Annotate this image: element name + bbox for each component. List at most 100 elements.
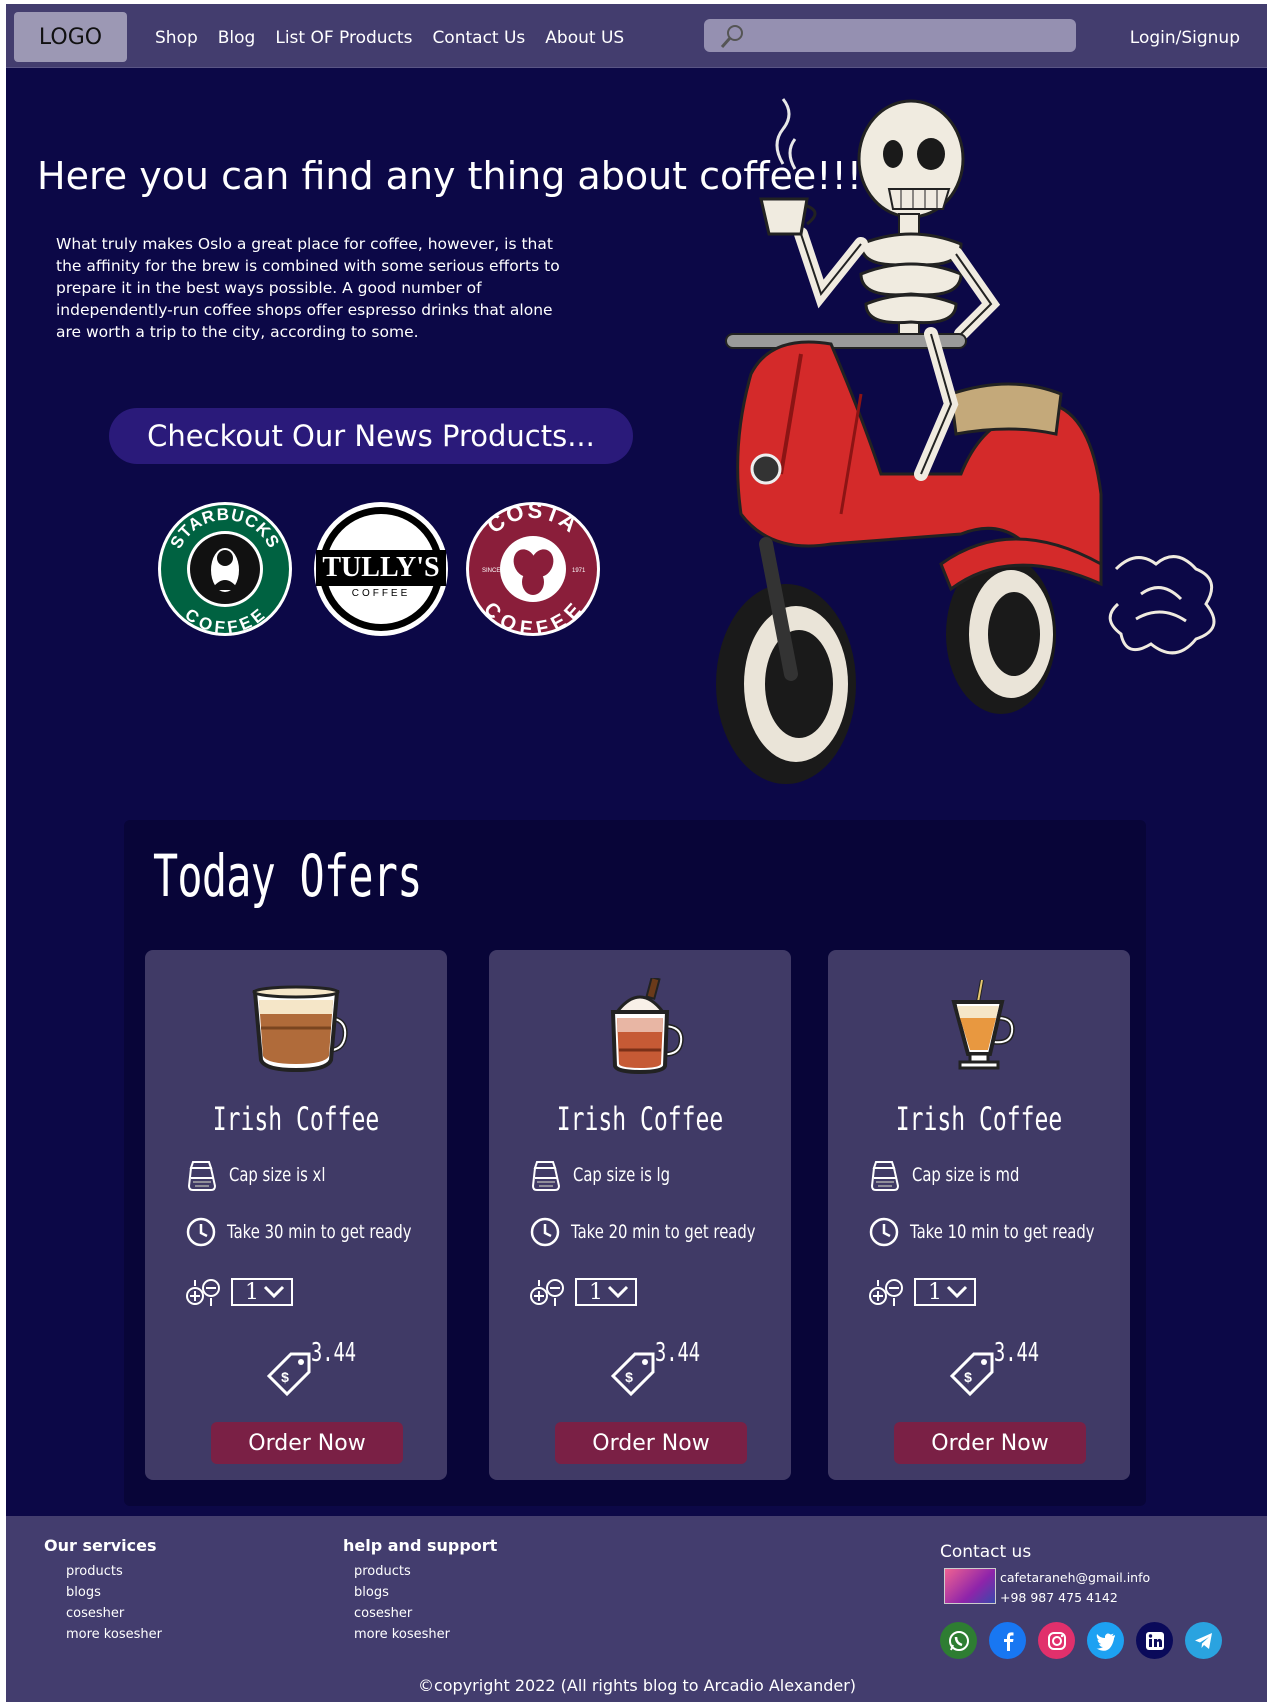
footer-link-cosesher[interactable]: cosesher xyxy=(354,1603,497,1624)
facebook-icon[interactable] xyxy=(989,1622,1026,1659)
prep-time-row: Take 30 min to get ready xyxy=(185,1216,464,1248)
svg-text:$: $ xyxy=(625,1369,633,1385)
quantity-select[interactable]: 1 xyxy=(231,1278,293,1306)
linkedin-icon[interactable] xyxy=(1136,1622,1173,1659)
search-icon xyxy=(720,25,743,48)
contact-phone[interactable]: +98 987 475 4142 xyxy=(1000,1588,1150,1608)
clock-icon xyxy=(869,1217,899,1247)
cup-size-row: Cap size is xl xyxy=(185,1158,353,1192)
price: 3.44 xyxy=(311,1338,357,1368)
chevron-down-icon xyxy=(263,1285,285,1299)
quantity-plus-minus-icon xyxy=(869,1279,903,1306)
price: 3.44 xyxy=(655,1338,701,1368)
coffee-glass-icon xyxy=(828,978,1130,1074)
clock-icon xyxy=(186,1217,216,1247)
offer-card: Irish Coffee Cap size is xl Take 30 min … xyxy=(145,950,447,1480)
prep-time-row: Take 20 min to get ready xyxy=(529,1216,808,1248)
price-tag-icon: $ xyxy=(949,1352,994,1397)
svg-text:COFFEE: COFFEE xyxy=(352,588,411,599)
footer-link-blogs[interactable]: blogs xyxy=(354,1582,497,1603)
cup-size-row: Cap size is lg xyxy=(529,1158,697,1192)
footer-services-title: Our services xyxy=(44,1536,157,1555)
order-now-button[interactable]: Order Now xyxy=(211,1422,403,1464)
logo[interactable]: LOGO xyxy=(14,12,127,62)
price-tag-icon: $ xyxy=(610,1352,655,1397)
price-tag-icon: $ xyxy=(266,1352,311,1397)
price: 3.44 xyxy=(994,1338,1040,1368)
order-now-button[interactable]: Order Now xyxy=(894,1422,1086,1464)
footer-support: help and support products blogs cosesher… xyxy=(343,1536,497,1645)
quantity-value: 1 xyxy=(245,1279,259,1305)
svg-text:SINCE: SINCE xyxy=(482,568,500,574)
copyright-text: ©copyright 2022 (All rights blog to Arca… xyxy=(417,1676,857,1695)
offer-name: Irish Coffee xyxy=(895,1100,1063,1138)
whatsapp-icon[interactable] xyxy=(940,1622,977,1659)
starbucks-logo[interactable]: STARBUCKS COFFEE xyxy=(156,500,294,638)
prep-time-text: Take 20 min to get ready xyxy=(571,1221,756,1243)
nav-links: Shop Blog List OF Products Contact Us Ab… xyxy=(155,28,624,48)
quantity-select[interactable]: 1 xyxy=(914,1278,976,1306)
coffee-jar-icon xyxy=(489,978,791,1074)
footer-services: Our services products blogs cosesher mor… xyxy=(44,1536,162,1645)
quantity-select[interactable]: 1 xyxy=(575,1278,637,1306)
twitter-icon[interactable] xyxy=(1087,1622,1124,1659)
order-now-button[interactable]: Order Now xyxy=(555,1422,747,1464)
prep-time-text: Take 10 min to get ready xyxy=(910,1221,1095,1243)
navbar: LOGO Shop Blog List OF Products Contact … xyxy=(6,4,1267,68)
nav-link-products[interactable]: List OF Products xyxy=(275,28,412,48)
search-input[interactable] xyxy=(704,19,1076,52)
footer-link-cosesher[interactable]: cosesher xyxy=(66,1603,162,1624)
cup-size-text: Cap size is xl xyxy=(229,1164,326,1186)
cup-size-text: Cap size is lg xyxy=(573,1164,671,1186)
coffee-pot-icon xyxy=(187,1161,217,1191)
footer-link-more[interactable]: more kosesher xyxy=(66,1624,162,1645)
svg-text:$: $ xyxy=(281,1369,289,1385)
login-signup-link[interactable]: Login/Signup xyxy=(1130,28,1240,48)
nav-link-blog[interactable]: Blog xyxy=(218,28,256,48)
page-frame: LOGO Shop Blog List OF Products Contact … xyxy=(6,4,1267,1702)
contact-image xyxy=(944,1568,996,1604)
skeleton-scooter-illustration xyxy=(716,98,1103,784)
svg-text:TULLY'S: TULLY'S xyxy=(322,552,439,583)
coffee-pot-icon xyxy=(870,1161,900,1191)
contact-title: Contact us xyxy=(940,1542,1032,1562)
quantity-row: 1 xyxy=(185,1276,293,1308)
exhaust-smoke-illustration xyxy=(1108,555,1216,655)
coffee-cup-icon xyxy=(145,978,447,1074)
quantity-plus-minus-icon xyxy=(186,1279,220,1306)
hero-description: What truly makes Oslo a great place for … xyxy=(56,235,560,341)
svg-text:1971: 1971 xyxy=(572,568,586,574)
quantity-value: 1 xyxy=(589,1279,603,1305)
social-links xyxy=(940,1622,1222,1659)
quantity-row: 1 xyxy=(868,1276,976,1308)
offer-card: Irish Coffee Cap size is md Take 10 min … xyxy=(828,950,1130,1480)
footer-link-blogs[interactable]: blogs xyxy=(66,1582,162,1603)
checkout-products-button[interactable]: Checkout Our News Products... xyxy=(109,408,633,464)
contact-details: cafetaraneh@gmail.info +98 987 475 4142 xyxy=(1000,1568,1150,1608)
nav-link-contact[interactable]: Contact Us xyxy=(432,28,525,48)
contact-email[interactable]: cafetaraneh@gmail.info xyxy=(1000,1568,1150,1588)
footer-link-more[interactable]: more kosesher xyxy=(354,1624,497,1645)
footer-link-products[interactable]: products xyxy=(354,1561,497,1582)
prep-time-row: Take 10 min to get ready xyxy=(868,1216,1147,1248)
prep-time-text: Take 30 min to get ready xyxy=(227,1221,412,1243)
instagram-icon[interactable] xyxy=(1038,1622,1075,1659)
costa-logo[interactable]: COSTA COFFEE SINCE 1971 xyxy=(464,500,602,638)
offer-name: Irish Coffee xyxy=(212,1100,380,1138)
offers-title: Today Ofers xyxy=(153,842,422,910)
tullys-logo[interactable]: TULLY'S COFFEE xyxy=(312,500,450,638)
cup-size-row: Cap size is md xyxy=(868,1158,1050,1192)
footer-link-products[interactable]: products xyxy=(66,1561,162,1582)
quantity-value: 1 xyxy=(928,1279,942,1305)
coffee-pot-icon xyxy=(531,1161,561,1191)
quantity-plus-minus-icon xyxy=(530,1279,564,1306)
svg-text:$: $ xyxy=(964,1369,972,1385)
cup-size-text: Cap size is md xyxy=(912,1164,1020,1186)
offer-name: Irish Coffee xyxy=(556,1100,724,1138)
quantity-row: 1 xyxy=(529,1276,637,1308)
chevron-down-icon xyxy=(607,1285,629,1299)
footer-support-title: help and support xyxy=(343,1536,498,1555)
nav-link-about[interactable]: About US xyxy=(545,28,624,48)
telegram-icon[interactable] xyxy=(1185,1622,1222,1659)
nav-link-shop[interactable]: Shop xyxy=(155,28,198,48)
